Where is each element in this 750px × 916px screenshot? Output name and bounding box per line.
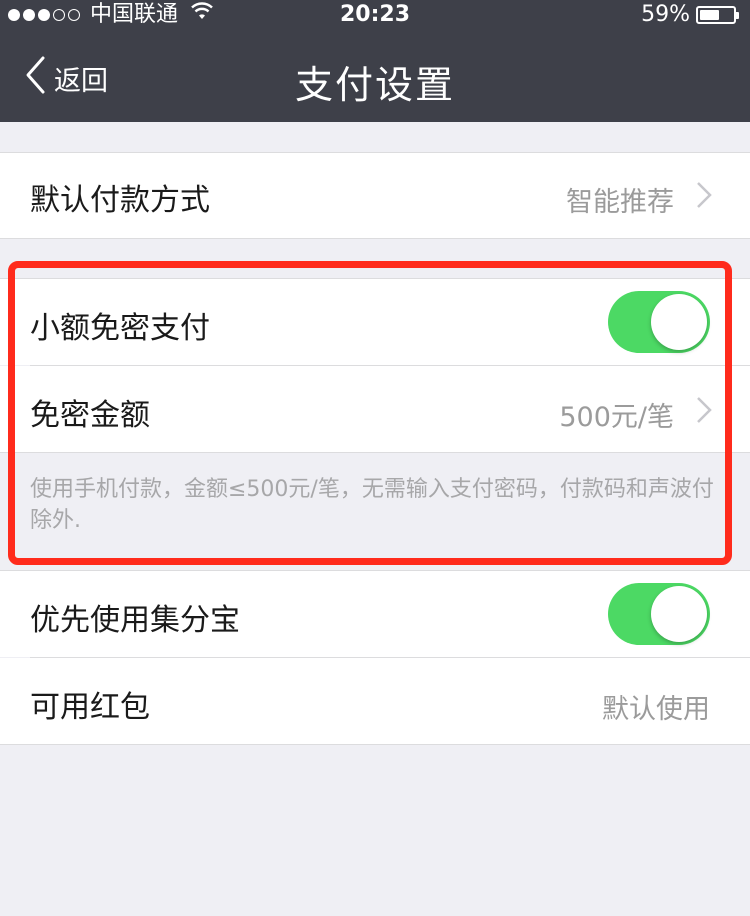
red-packet-label: 可用红包 — [30, 690, 150, 725]
status-right: 59% — [641, 0, 739, 30]
divider — [0, 744, 750, 745]
header: 中国联通 20:23 59% 返回 支付设置 — [0, 0, 750, 122]
battery-icon — [696, 6, 739, 24]
divider — [0, 238, 750, 239]
page-title: 支付设置 — [294, 63, 455, 107]
status-bar: 中国联通 20:23 59% — [0, 0, 750, 30]
nav-bar: 返回 支付设置 — [0, 30, 750, 122]
red-packet-value: 默认使用 — [602, 694, 710, 725]
red-packet-row[interactable]: 可用红包 默认使用 — [0, 658, 750, 744]
default-payment-row[interactable]: 默认付款方式 智能推荐 — [0, 153, 750, 238]
battery-percent: 59% — [641, 2, 690, 27]
default-payment-value: 智能推荐 — [566, 187, 674, 218]
prefer-jifenbao-label: 优先使用集分宝 — [30, 603, 240, 638]
prefer-jifenbao-toggle[interactable] — [608, 583, 710, 645]
toggle-knob — [651, 586, 707, 642]
status-time: 20:23 — [339, 2, 411, 27]
prefer-jifenbao-row: 优先使用集分宝 — [0, 571, 750, 657]
default-payment-label: 默认付款方式 — [30, 183, 210, 218]
highlight-box — [8, 261, 732, 565]
battery-fill — [700, 10, 719, 20]
chevron-right-icon — [696, 181, 712, 213]
